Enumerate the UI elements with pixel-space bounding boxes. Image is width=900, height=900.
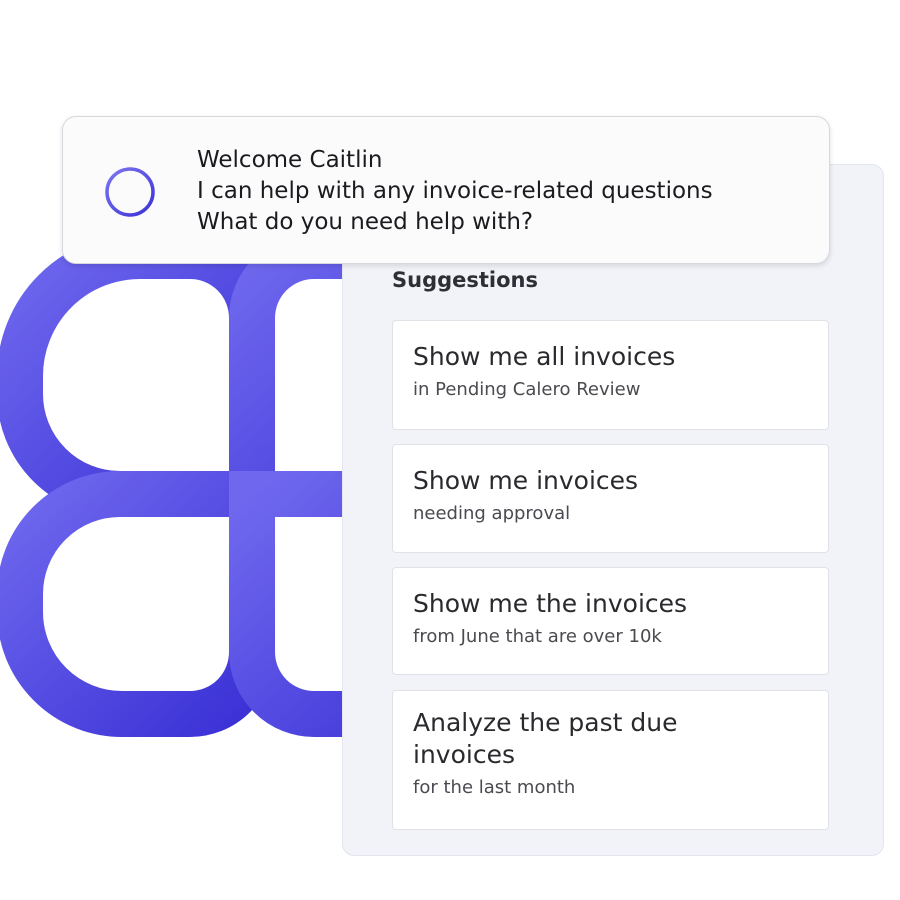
greeting-text: Welcome Caitlin I can help with any invo… [197,145,713,238]
greeting-line: Welcome Caitlin [197,147,383,173]
suggestion-card[interactable]: Analyze the past due invoices for the la… [392,690,829,830]
assistant-stage: Suggestions Show me all invoices in Pend… [0,0,900,900]
suggestion-card[interactable]: Show me all invoices in Pending Calero R… [392,320,829,430]
assistant-ring-icon [105,167,155,217]
greeting-line: I can help with any invoice-related ques… [197,178,713,204]
suggestion-card[interactable]: Show me the invoices from June that are … [392,567,829,675]
suggestion-title: Analyze the past due invoices [413,708,678,769]
suggestions-heading: Suggestions [392,268,538,292]
suggestion-title: Show me all invoices [413,342,676,371]
assistant-greeting: Welcome Caitlin I can help with any invo… [62,116,830,264]
suggestion-card[interactable]: Show me invoices needing approval [392,444,829,553]
suggestion-subtitle: for the last month [413,777,576,798]
suggestion-subtitle: needing approval [413,503,571,524]
greeting-line: What do you need help with? [197,209,534,235]
suggestion-title: Show me invoices [413,466,639,495]
suggestion-title: Show me the invoices [413,589,688,618]
suggestion-subtitle: in Pending Calero Review [413,379,641,400]
suggestion-subtitle: from June that are over 10k [413,626,662,647]
